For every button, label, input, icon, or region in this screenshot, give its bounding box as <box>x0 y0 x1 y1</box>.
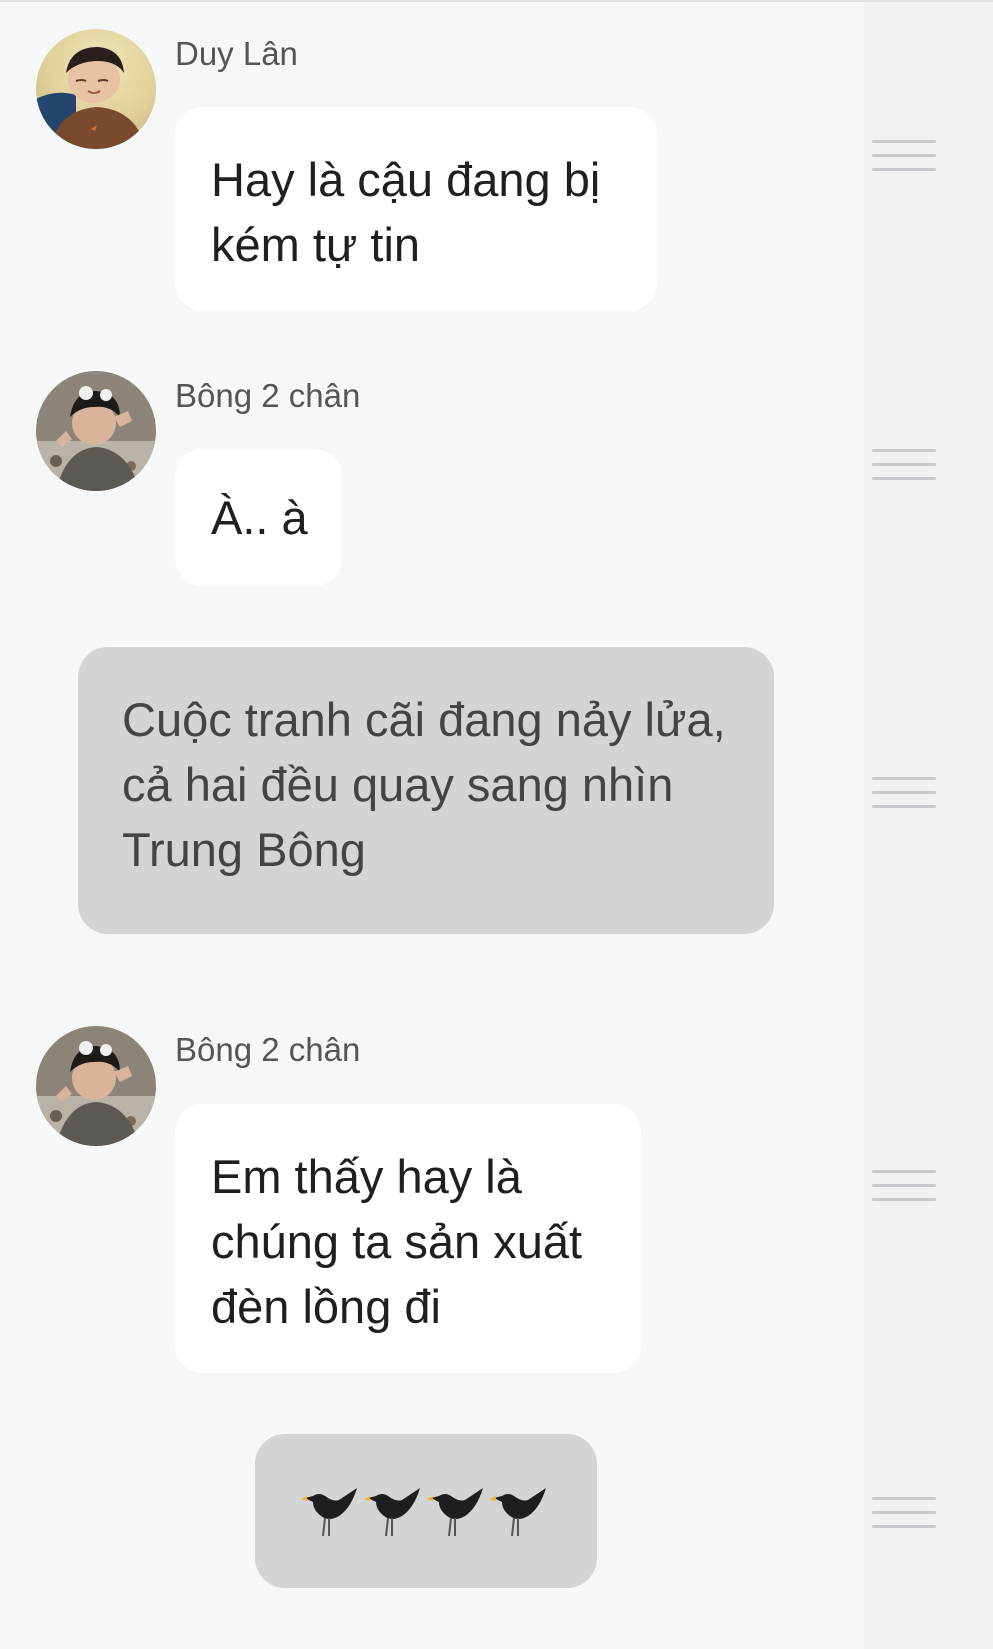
drag-handle-icon[interactable] <box>872 1497 936 1529</box>
drag-handle-icon[interactable] <box>872 777 936 809</box>
black-bird-icon <box>490 1488 546 1537</box>
message-text: kém tự tin <box>211 218 421 271</box>
black-bird-icon <box>427 1488 483 1537</box>
message-bubble[interactable]: À.. à <box>175 449 342 586</box>
drag-handle-icon[interactable] <box>872 449 936 481</box>
message-text: đèn lồng đi <box>211 1280 441 1333</box>
drag-handle-icon[interactable] <box>872 140 936 172</box>
reorder-rail <box>864 2 993 1649</box>
message-bubble[interactable]: Hay là cậu đang bị kém tự tin <box>175 107 657 311</box>
avatar-bong-2-chan[interactable] <box>36 371 156 491</box>
message-text: chúng ta sản xuất <box>211 1215 583 1268</box>
sender-name: Duy Lân <box>175 35 298 72</box>
message-bubble[interactable]: Em thấy hay là chúng ta sản xuất đèn lồn… <box>175 1104 641 1373</box>
narration-bubble[interactable]: Cuộc tranh cãi đang nảy lửa, cả hai đều … <box>78 647 774 934</box>
message-text: Hay là cậu đang bị <box>211 153 601 206</box>
narration-bubble[interactable] <box>255 1434 597 1588</box>
sender-name: Bông 2 chân <box>175 1031 361 1068</box>
drag-handle-icon[interactable] <box>872 1170 936 1202</box>
message-text: À.. à <box>211 491 308 544</box>
black-bird-icon <box>364 1488 420 1537</box>
narration-text: Trung Bông <box>122 823 366 876</box>
avatar-bong-2-chan[interactable] <box>36 1026 156 1146</box>
narration-text: Cuộc tranh cãi đang nảy lửa, <box>122 693 726 746</box>
black-bird-icon <box>301 1488 357 1537</box>
crow-emoji-row <box>299 1480 553 1542</box>
message-text: Em thấy hay là <box>211 1150 522 1203</box>
narration-text: cả hai đều quay sang nhìn <box>122 758 674 811</box>
sender-name: Bông 2 chân <box>175 377 361 414</box>
avatar-duy-lan[interactable] <box>36 29 156 149</box>
